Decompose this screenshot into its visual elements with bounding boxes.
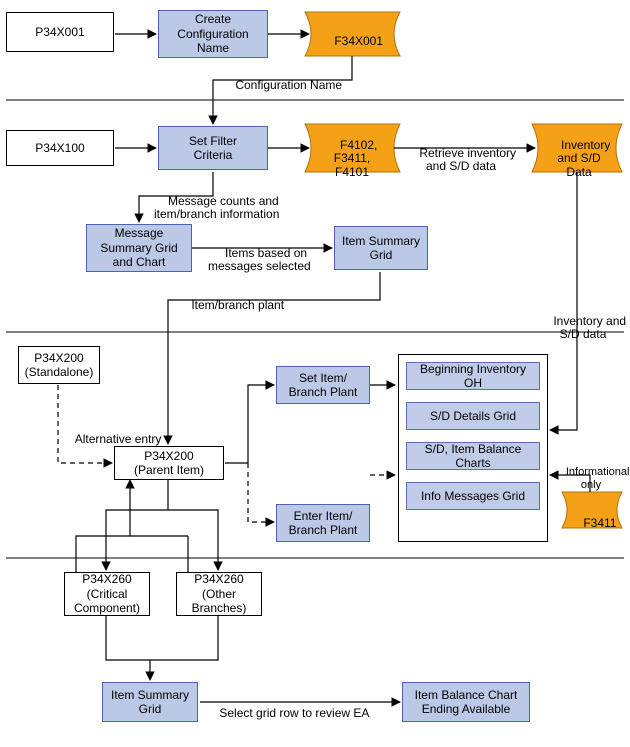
text-p34x260-other: P34X260 (Other Branches) <box>192 572 247 615</box>
storage-f3411-label: F3411 <box>570 504 616 544</box>
panel-beginning-inventory: Beginning Inventory OH <box>406 362 540 390</box>
edge-items-based: Items based on messages selected <box>208 234 311 287</box>
edge-inv-sd-data: Inventory and S/D data <box>540 302 626 355</box>
text-set-filter: Set Filter Criteria <box>189 134 237 163</box>
edge-retrieve: Retrieve inventory and S/D data <box>406 134 516 187</box>
text-items-based: Items based on messages selected <box>208 246 311 273</box>
node-set-filter: Set Filter Criteria <box>158 126 268 170</box>
text-sd-details: S/D Details Grid <box>430 409 516 423</box>
text-p34x260-crit: P34X260 (Critical Component) <box>74 572 140 615</box>
storage-inv-sd-label: Inventory and S/D Data <box>540 126 618 192</box>
text-info-msg: Info Messages Grid <box>421 489 525 503</box>
panel-sd-details: S/D Details Grid <box>406 402 540 430</box>
text-msg-summary: Message Summary Grid and Chart <box>100 226 177 269</box>
storage-tables-label: F4102, F3411, F4101 <box>316 126 388 192</box>
text-config-name: Configuration Name <box>235 78 342 92</box>
edge-info-only: Informational only <box>552 452 630 505</box>
text-p34x200-standalone: P34X200 (Standalone) <box>25 351 94 380</box>
text-item-summary-1: Item Summary Grid <box>342 234 420 263</box>
node-item-summary-grid-1: Item Summary Grid <box>334 226 428 270</box>
panel-info-messages: Info Messages Grid <box>406 482 540 510</box>
node-p34x001: P34X001 <box>6 12 114 52</box>
node-p34x260-other: P34X260 (Other Branches) <box>176 572 262 616</box>
node-item-summary-grid-2: Item Summary Grid <box>102 682 198 722</box>
edge-config-name: Configuration Name <box>222 66 342 106</box>
text-begin-inv: Beginning Inventory OH <box>411 362 535 391</box>
storage-f34x001-label: F34X001 <box>312 22 392 62</box>
panel-sd-balance: S/D, Item Balance Charts <box>406 442 540 470</box>
text-alt-entry: Alternative entry <box>75 432 162 446</box>
text-enter-item-bp: Enter Item/ Branch Plant <box>289 509 358 538</box>
text-retrieve: Retrieve inventory and S/D data <box>419 146 516 173</box>
text-select-grid: Select grid row to review EA <box>219 706 369 720</box>
text-p34x100: P34X100 <box>35 141 84 155</box>
node-set-item-bp: Set Item/ Branch Plant <box>276 366 370 404</box>
text-info-only: Informational only <box>566 466 630 491</box>
text-p34x200-parent: P34X200 (Parent Item) <box>134 449 204 478</box>
text-inv-sd-data: Inventory and S/D data <box>553 314 626 341</box>
node-p34x200-parent: P34X200 (Parent Item) <box>114 446 224 480</box>
text-f3411: F3411 <box>583 516 616 530</box>
node-create-config: Create Configuration Name <box>158 10 268 58</box>
node-enter-item-bp: Enter Item/ Branch Plant <box>276 504 370 542</box>
node-msg-summary: Message Summary Grid and Chart <box>86 224 192 272</box>
edge-item-branch-plant: Item/branch plant <box>178 286 284 326</box>
text-set-item-bp: Set Item/ Branch Plant <box>289 371 358 400</box>
text-create-config: Create Configuration Name <box>177 12 248 55</box>
text-sd-balance: S/D, Item Balance Charts <box>411 442 535 471</box>
text-item-summary-2: Item Summary Grid <box>111 688 189 717</box>
edge-select-grid: Select grid row to review EA <box>206 694 369 734</box>
node-p34x100: P34X100 <box>6 130 114 166</box>
node-p34x200-standalone: P34X200 (Standalone) <box>18 346 100 384</box>
text-msg-counts: Message counts and item/branch informati… <box>154 194 279 221</box>
text-f34x001: F34X001 <box>334 34 383 48</box>
text-p34x001: P34X001 <box>35 25 84 39</box>
text-tables: F4102, F3411, F4101 <box>334 138 378 178</box>
text-item-branch-plant: Item/branch plant <box>191 298 284 312</box>
text-item-balance-chart: Item Balance Chart Ending Available <box>415 688 518 717</box>
text-inv-sd: Inventory and S/D Data <box>557 138 610 178</box>
flowchart-canvas: P34X001 Create Configuration Name F34X00… <box>0 0 630 747</box>
node-p34x260-critical: P34X260 (Critical Component) <box>64 572 150 616</box>
node-item-balance-chart: Item Balance Chart Ending Available <box>402 682 530 722</box>
